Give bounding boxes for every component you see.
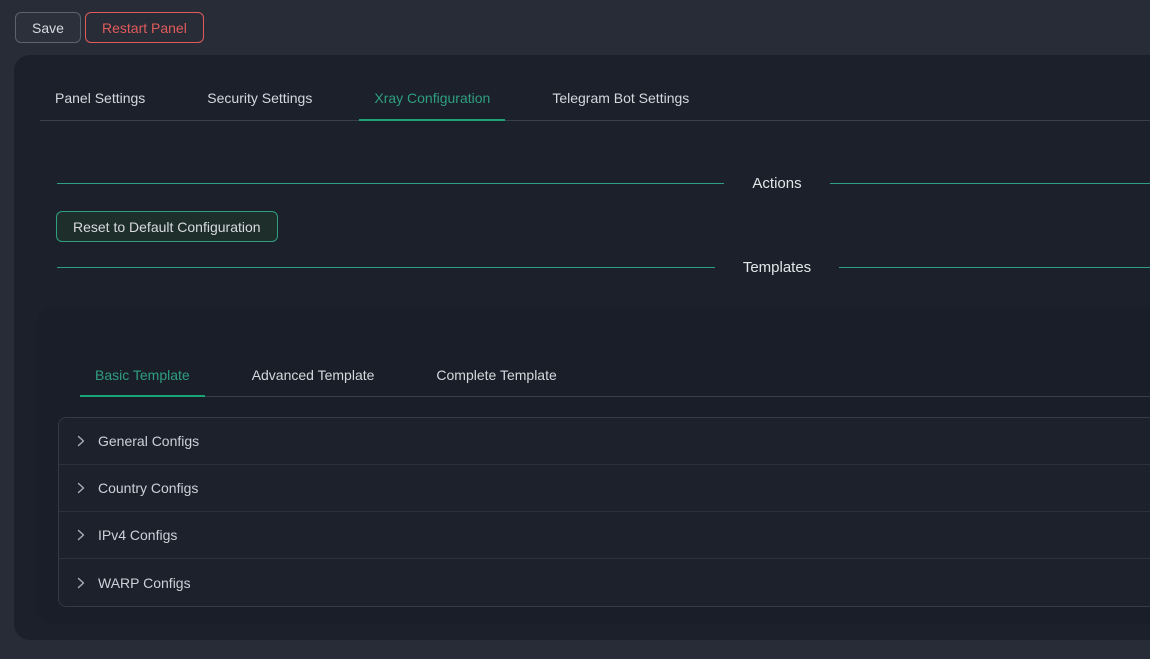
actions-divider: Actions <box>57 175 1150 192</box>
accordion-item-label: General Configs <box>98 433 199 449</box>
tab-panel-settings[interactable]: Panel Settings <box>40 80 160 121</box>
accordion-item-label: WARP Configs <box>98 575 191 591</box>
accordion-item-label: IPv4 Configs <box>98 527 177 543</box>
divider-line <box>839 267 1150 268</box>
divider-line <box>57 183 724 184</box>
tab-security-settings[interactable]: Security Settings <box>192 80 327 121</box>
accordion-item-warp-configs[interactable]: WARP Configs <box>59 559 1150 606</box>
settings-card: Panel Settings Security Settings Xray Co… <box>14 55 1150 640</box>
chevron-right-icon <box>75 482 87 494</box>
chevron-right-icon <box>75 529 87 541</box>
reset-default-configuration-button[interactable]: Reset to Default Configuration <box>56 211 278 242</box>
actions-section-title: Actions <box>752 175 801 192</box>
accordion-item-general-configs[interactable]: General Configs <box>59 418 1150 465</box>
tab-advanced-template[interactable]: Advanced Template <box>237 357 390 397</box>
accordion-item-label: Country Configs <box>98 480 198 496</box>
toolbar: Save Restart Panel <box>0 0 1150 55</box>
accordion-item-ipv4-configs[interactable]: IPv4 Configs <box>59 512 1150 559</box>
chevron-right-icon <box>75 577 87 589</box>
settings-tab-bar: Panel Settings Security Settings Xray Co… <box>40 80 1150 121</box>
restart-panel-button[interactable]: Restart Panel <box>85 12 204 43</box>
save-button[interactable]: Save <box>15 12 81 43</box>
chevron-right-icon <box>75 435 87 447</box>
templates-divider: Templates <box>57 259 1150 276</box>
tab-basic-template[interactable]: Basic Template <box>80 357 205 397</box>
tab-telegram-bot-settings[interactable]: Telegram Bot Settings <box>537 80 704 121</box>
tab-xray-configuration[interactable]: Xray Configuration <box>359 80 505 121</box>
divider-line <box>57 267 715 268</box>
tab-complete-template[interactable]: Complete Template <box>421 357 571 397</box>
templates-card: Basic Template Advanced Template Complet… <box>36 307 1150 624</box>
template-tab-bar: Basic Template Advanced Template Complet… <box>80 357 1150 397</box>
templates-section-title: Templates <box>743 259 811 276</box>
divider-line <box>830 183 1150 184</box>
template-config-accordion: General Configs Country Configs IPv4 Con… <box>58 417 1150 607</box>
accordion-item-country-configs[interactable]: Country Configs <box>59 465 1150 512</box>
